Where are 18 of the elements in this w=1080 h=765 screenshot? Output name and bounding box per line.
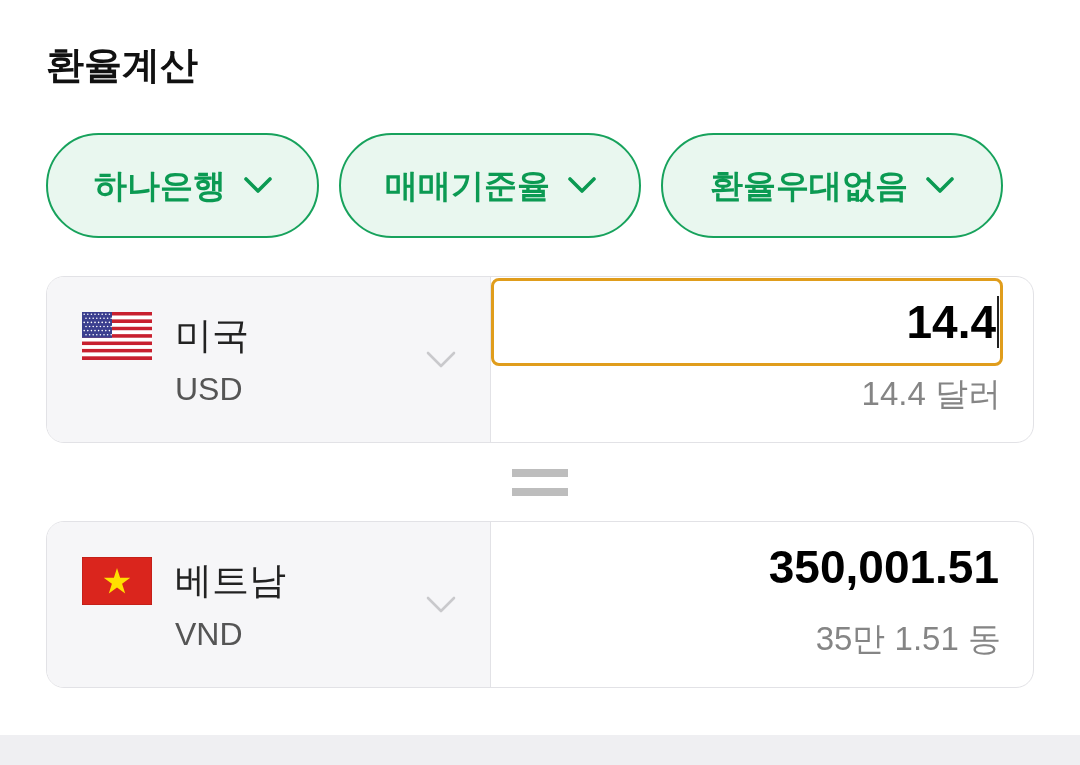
chevron-down-icon	[926, 177, 954, 194]
page-title: 환율계산	[46, 43, 198, 88]
vietnam-flag-icon	[82, 557, 152, 605]
country-name: 베트남	[175, 559, 286, 603]
chevron-down-icon	[426, 596, 456, 613]
chevron-down-icon	[426, 351, 456, 368]
equals-icon	[512, 468, 568, 496]
currency-code: USD	[175, 370, 243, 409]
chevron-down-icon	[243, 177, 272, 194]
currency-code: VND	[175, 615, 243, 654]
us-flag-icon	[82, 312, 152, 360]
amount-in-words: 14.4 달러	[861, 374, 1002, 414]
amount-in-words: 35만 1.51 동	[815, 619, 1002, 659]
currency-selector[interactable]: 베트남 VND	[47, 522, 491, 687]
country-name: 미국	[175, 314, 249, 358]
amount-input[interactable]: 14.4	[491, 278, 1003, 366]
chevron-down-icon	[567, 177, 596, 194]
currency-selector[interactable]: 미국 USD	[47, 277, 491, 442]
